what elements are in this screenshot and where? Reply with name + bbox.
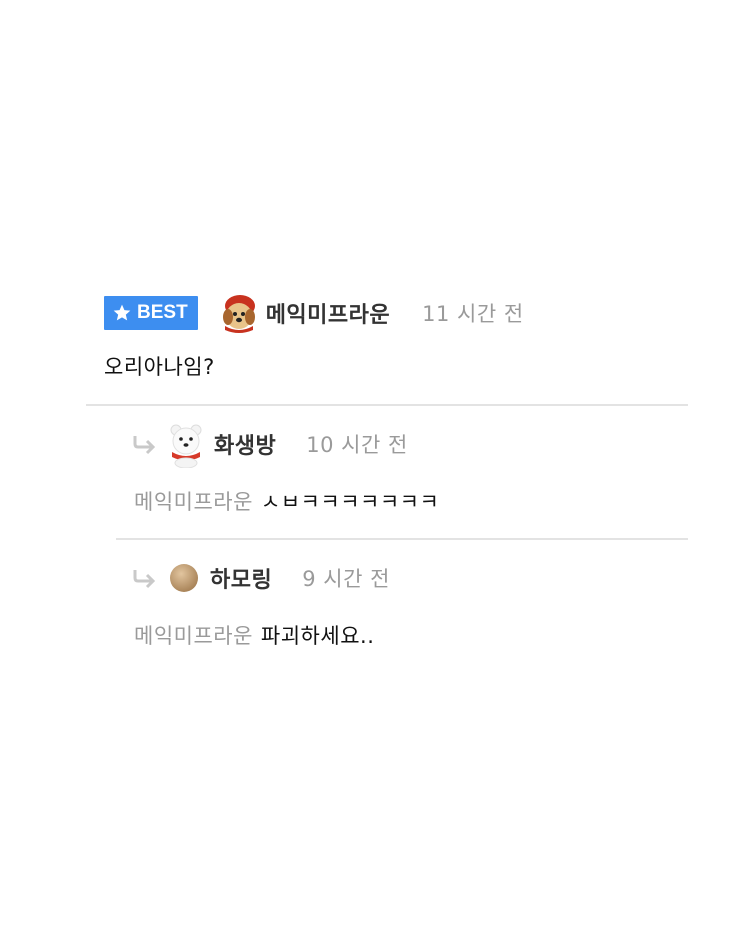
comment-username[interactable]: 메익미프라운	[266, 297, 390, 329]
reply-time: 9 시간 전	[302, 567, 390, 591]
reply-username[interactable]: 하모링	[210, 562, 272, 594]
reply-text: ㅅㅂㅋㅋㅋㅋㅋㅋㅋ	[260, 490, 440, 514]
reply-mention[interactable]: 메익미프라운	[134, 624, 253, 648]
best-comment: BEST 메익미프라운 11 시간 전 오리아나임?	[104, 293, 688, 381]
puppy-avatar-icon[interactable]	[216, 290, 262, 336]
reply-text: 파괴하세요..	[260, 624, 375, 648]
polar-bear-avatar-icon[interactable]	[162, 420, 210, 468]
reply-divider	[116, 538, 688, 540]
star-icon	[113, 304, 131, 321]
reply-header: 화생방 10 시간 전	[132, 424, 688, 468]
comment-time: 11 시간 전	[422, 302, 524, 326]
reply-header: 하모링 9 시간 전	[132, 558, 688, 598]
reply-item: 화생방 10 시간 전 메익미프라운 ㅅㅂㅋㅋㅋㅋㅋㅋㅋ	[132, 424, 688, 516]
reply-item: 하모링 9 시간 전 메익미프라운 파괴하세요..	[132, 558, 688, 650]
best-label: BEST	[137, 302, 188, 323]
best-badge: BEST	[104, 296, 198, 330]
reply-username[interactable]: 화생방	[214, 428, 276, 460]
reply-mention[interactable]: 메익미프라운	[134, 490, 253, 514]
reply-arrow-icon	[133, 570, 156, 589]
reply-body: 메익미프라운 ㅅㅂㅋㅋㅋㅋㅋㅋㅋ	[132, 486, 688, 516]
brown-circle-avatar-icon[interactable]	[168, 562, 200, 594]
comment-text: 오리아나임?	[104, 355, 215, 379]
comment-header: BEST 메익미프라운 11 시간 전	[104, 293, 688, 333]
reply-body: 메익미프라운 파괴하세요..	[132, 620, 688, 650]
reply-arrow-icon	[133, 436, 156, 455]
reply-time: 10 시간 전	[306, 433, 408, 457]
comment-divider	[86, 404, 688, 406]
